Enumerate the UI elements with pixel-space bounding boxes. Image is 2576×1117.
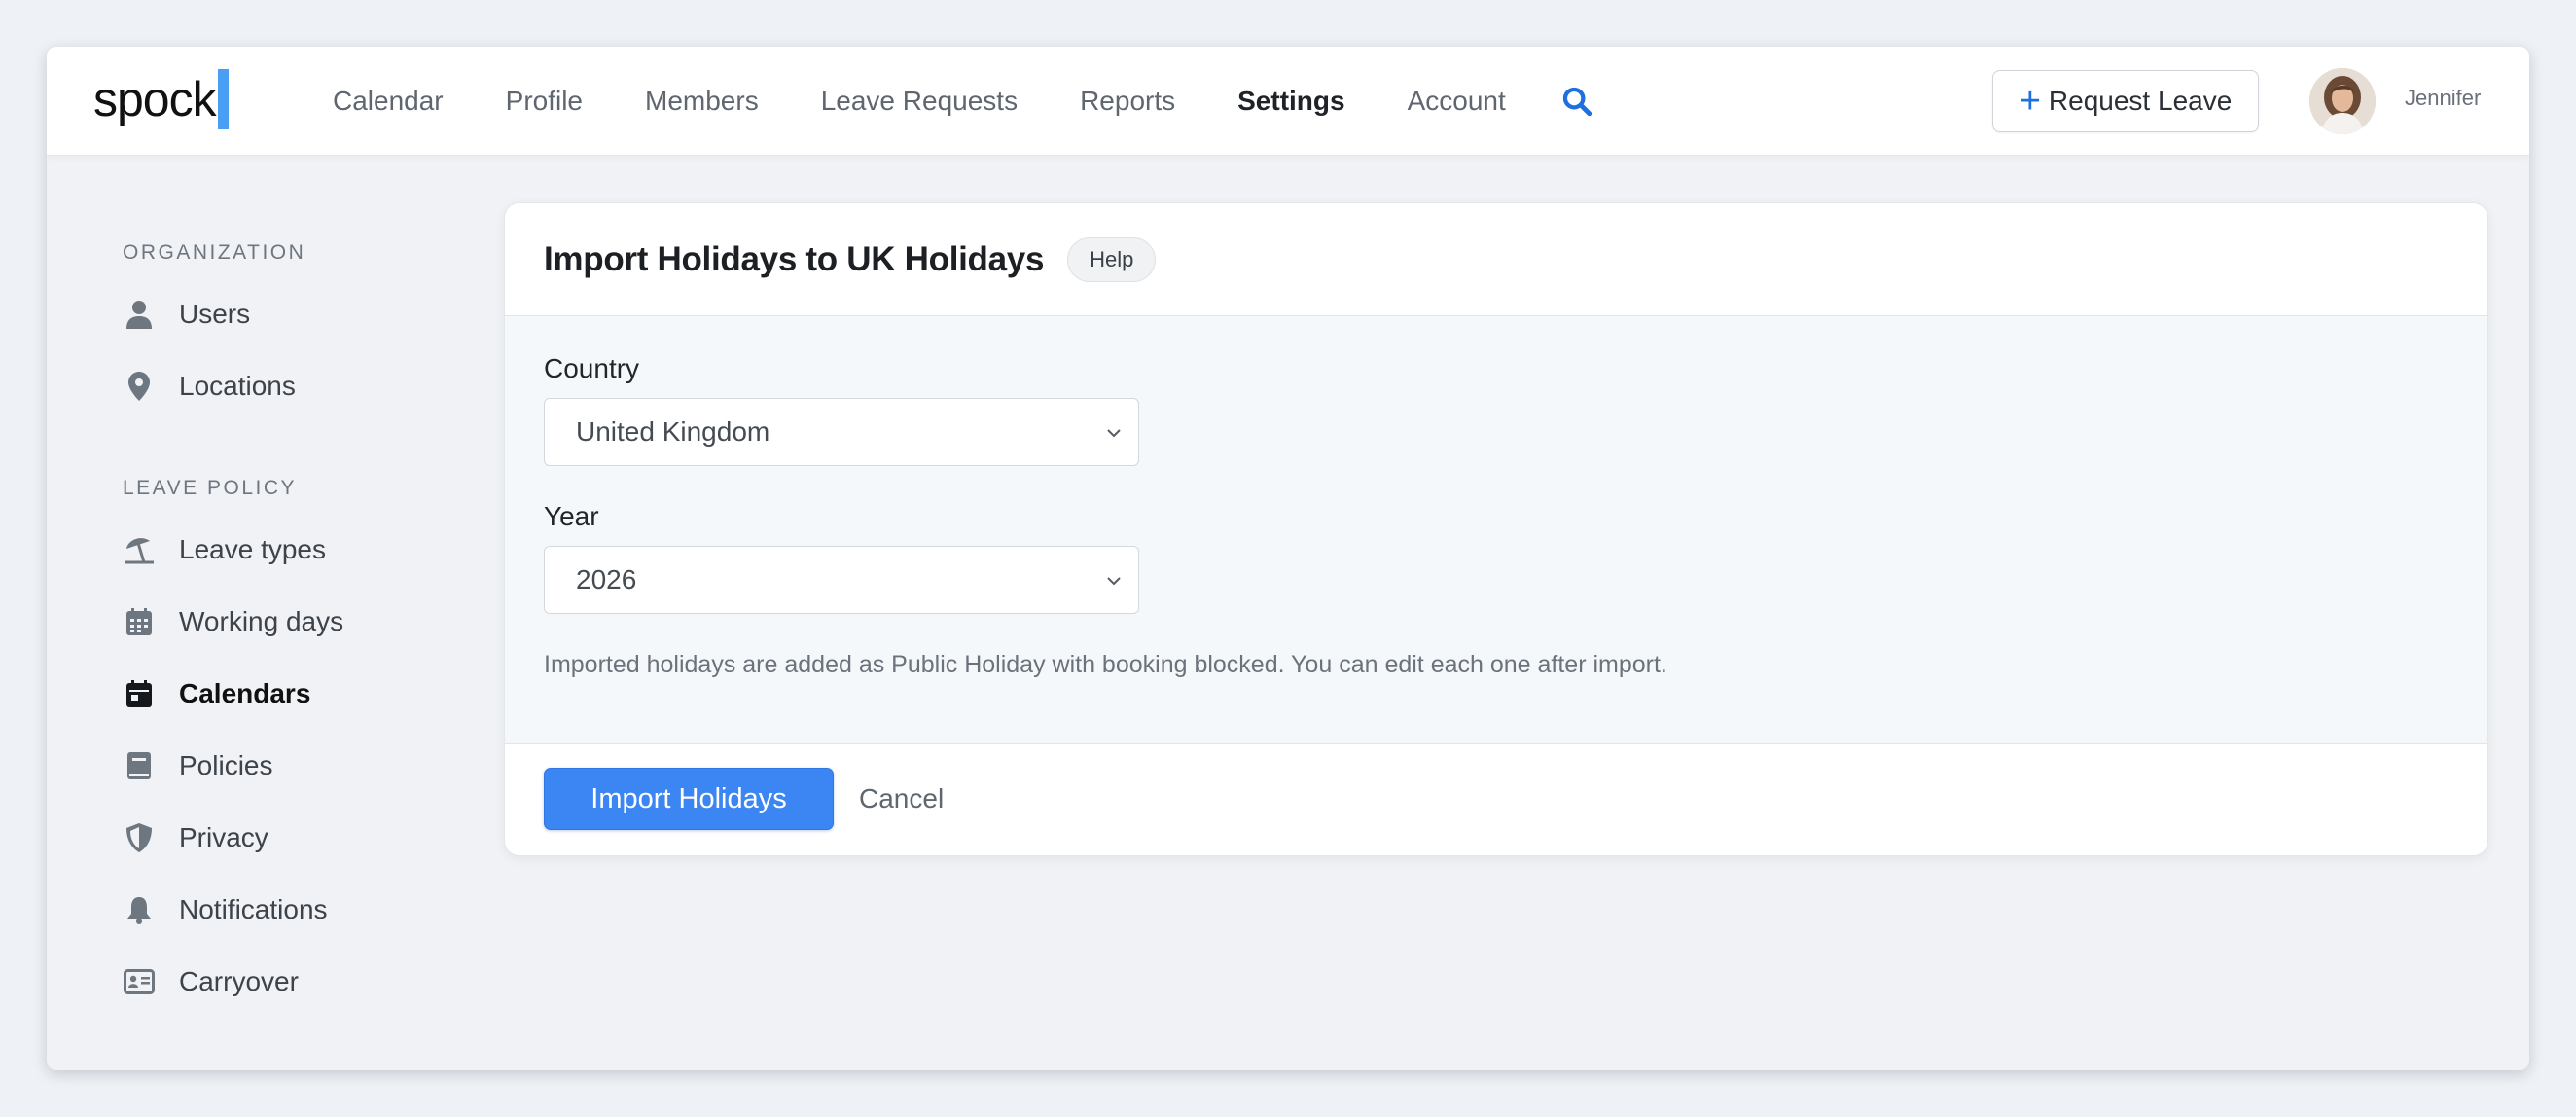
logo[interactable]: spock bbox=[93, 68, 229, 130]
plus-icon: + bbox=[2019, 81, 2041, 122]
sidebar-item-label: Users bbox=[179, 299, 251, 329]
sidebar-section-organization: ORGANIZATION bbox=[123, 241, 306, 264]
avatar-image bbox=[2309, 68, 2376, 134]
user-icon bbox=[123, 298, 156, 331]
book-icon bbox=[123, 749, 156, 782]
sidebar-item-carryover[interactable]: Carryover bbox=[123, 946, 473, 1018]
sidebar-item-label: Policies bbox=[179, 750, 273, 780]
id-card-icon bbox=[123, 965, 156, 998]
sidebar-item-working-days[interactable]: Working days bbox=[123, 586, 473, 658]
sidebar-item-users[interactable]: Users bbox=[123, 278, 473, 350]
sidebar-item-leave-types[interactable]: Leave types bbox=[123, 514, 473, 586]
app-window: spock Calendar Profile Members Leave Req… bbox=[47, 47, 2529, 1070]
search-icon[interactable] bbox=[1560, 85, 1593, 118]
sidebar-item-label: Working days bbox=[179, 606, 344, 636]
sidebar-section-leave-policy: LEAVE POLICY bbox=[123, 477, 298, 499]
sidebar-item-label: Leave types bbox=[179, 534, 326, 564]
nav-leave-requests[interactable]: Leave Requests bbox=[821, 86, 1018, 117]
calendar-grid-icon bbox=[123, 605, 156, 638]
sidebar-item-label: Carryover bbox=[179, 966, 299, 996]
beach-umbrella-icon bbox=[123, 533, 156, 566]
import-holidays-button[interactable]: Import Holidays bbox=[544, 768, 834, 830]
nav-reports[interactable]: Reports bbox=[1080, 86, 1175, 117]
year-select[interactable]: 2026 bbox=[544, 546, 1139, 614]
sidebar-item-label: Notifications bbox=[179, 894, 328, 924]
country-label: Country bbox=[544, 353, 640, 383]
nav-settings[interactable]: Settings bbox=[1237, 86, 1344, 117]
country-select[interactable]: United Kingdom bbox=[544, 398, 1139, 466]
top-navbar: spock Calendar Profile Members Leave Req… bbox=[47, 47, 2529, 156]
card-footer: Import Holidays Cancel bbox=[505, 744, 2487, 855]
sidebar-item-label: Locations bbox=[179, 371, 296, 401]
chevron-down-icon bbox=[1107, 429, 1121, 438]
sidebar-item-privacy[interactable]: Privacy bbox=[123, 802, 473, 874]
nav-account[interactable]: Account bbox=[1408, 86, 1506, 117]
country-select-value: United Kingdom bbox=[576, 416, 770, 447]
settings-sidebar: ORGANIZATION Users Locations LEAVE POLIC… bbox=[123, 241, 473, 1018]
year-select-value: 2026 bbox=[576, 564, 637, 595]
sidebar-item-notifications[interactable]: Notifications bbox=[123, 874, 473, 946]
logo-text: spock bbox=[93, 72, 217, 126]
import-hint-text: Imported holidays are added as Public Ho… bbox=[544, 651, 1667, 678]
request-leave-label: Request Leave bbox=[2048, 86, 2233, 116]
chevron-down-icon bbox=[1107, 577, 1121, 586]
sidebar-item-label: Calendars bbox=[179, 678, 311, 708]
cancel-button[interactable]: Cancel bbox=[859, 768, 944, 830]
request-leave-button[interactable]: + Request Leave bbox=[1992, 70, 2259, 132]
sidebar-item-calendars[interactable]: Calendars bbox=[123, 658, 473, 730]
sidebar-item-label: Privacy bbox=[179, 822, 268, 852]
year-label: Year bbox=[544, 501, 599, 531]
sidebar-item-policies[interactable]: Policies bbox=[123, 730, 473, 802]
calendar-icon bbox=[123, 677, 156, 710]
import-holidays-card: Import Holidays to UK Holidays Help Coun… bbox=[504, 202, 2488, 856]
help-button[interactable]: Help bbox=[1067, 236, 1157, 282]
logo-bar bbox=[217, 69, 229, 129]
bell-icon bbox=[123, 893, 156, 926]
page-title: Import Holidays to UK Holidays bbox=[544, 239, 1045, 278]
nav-calendar[interactable]: Calendar bbox=[333, 86, 444, 117]
nav-members[interactable]: Members bbox=[645, 86, 759, 117]
card-body: Country United Kingdom Year 2026 Importe… bbox=[505, 316, 2487, 744]
sidebar-item-locations[interactable]: Locations bbox=[123, 350, 473, 422]
main-nav: Calendar Profile Members Leave Requests … bbox=[333, 47, 1593, 156]
shield-icon bbox=[123, 821, 156, 854]
card-header: Import Holidays to UK Holidays Help bbox=[505, 203, 2487, 316]
user-name[interactable]: Jennifer bbox=[2405, 86, 2481, 111]
map-pin-icon bbox=[123, 370, 156, 403]
avatar[interactable] bbox=[2309, 68, 2376, 134]
nav-profile[interactable]: Profile bbox=[506, 86, 583, 117]
